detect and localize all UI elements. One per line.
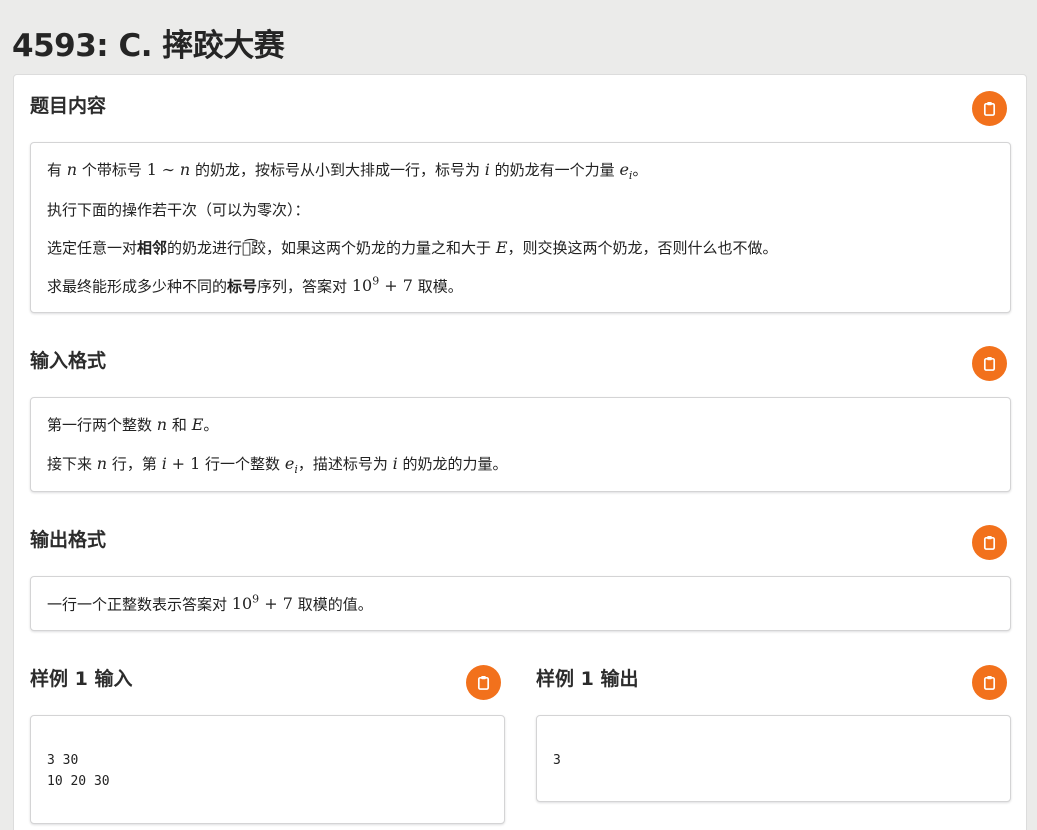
copy-description-button[interactable] [972,91,1007,126]
sample-input-text: 3 30 10 20 30 [47,753,110,789]
math-e-i: ei [619,160,632,182]
text: 的奶龙的力量。 [402,455,508,473]
text: 第一行两个整数 [47,416,153,434]
text: 的奶龙有一个力量 [494,161,615,179]
text: 行，第 [111,455,157,473]
clipboard-icon [983,675,996,690]
text: 求最终能形成多少种不同的 [47,277,228,296]
sample-output-text: 3 [553,753,561,768]
text: 的奶龙，按标号从小到大排成一行，标号为 [194,161,480,179]
sample-input-content: 3 30 10 20 30 [30,715,505,824]
copy-sample-input-button[interactable] [466,665,501,700]
input-format-line: 第一行两个整数 n 和 E。 [47,414,218,435]
bold-text: 相邻 [137,239,168,257]
math-tilde: ∼ [161,160,176,179]
clipboard-icon [983,101,996,116]
copy-input-format-button[interactable] [972,346,1007,381]
math-e-i: ei [284,454,298,476]
math-E: E [191,415,204,434]
sample-output-title: 样例 1 输出 [536,668,639,690]
description-line: 执行下面的操作若干次（可以为零次）： [47,199,310,220]
math-E: E [495,238,508,257]
math-n: n [156,415,168,434]
math-exponent: 9 [372,275,380,288]
text: ，则交换这两个奶龙，否则什么也不做。 [507,239,778,257]
math-one: 1 [146,160,157,179]
clipboard-icon [983,356,996,371]
sample-input-title: 样例 1 输入 [30,668,133,690]
problem-card: 题目内容 有 n 个带标号 1 ∼ n 的奶龙，按标号从小到大排成一行，标号为 … [13,74,1027,830]
bold-text: 标号 [227,277,258,296]
text: 取模。 [417,277,463,296]
text: 执行下面的操作若干次（可以为零次）： [47,201,310,219]
description-line: 选定任意一对相邻的奶龙进行摔͡跤，如果这两个奶龙的力量之和大于 E，则交换这两个… [47,237,778,258]
math-plus-one: + 1 [171,454,201,473]
description-content: 有 n 个带标号 1 ∼ n 的奶龙，按标号从小到大排成一行，标号为 i 的奶龙… [30,142,1011,313]
sample-output-content: 3 [536,715,1011,802]
math-plus: + 7 [384,276,413,296]
text: 的奶龙进行摔͡跤，如果这两个奶龙的力量之和大于 [167,239,492,257]
math-i: i [392,454,398,473]
text: 行一个整数 [205,455,281,473]
description-line: 求最终能形成多少种不同的标号序列，答案对 109 + 7 取模。 [47,275,463,296]
text: 个带标号 [81,161,142,179]
math-i: i [484,160,490,179]
math-n: n [66,160,78,179]
math-base: 10 [231,594,253,614]
description-line: 有 n 个带标号 1 ∼ n 的奶龙，按标号从小到大排成一行，标号为 i 的奶龙… [47,159,647,182]
math-modulus: 109 + 7 [231,593,293,614]
text: 有 [47,161,63,179]
page-title: 4593: C. 摔跤大赛 [12,28,285,64]
text: 。 [203,416,219,434]
math-e: e [619,160,629,179]
math-exponent: 9 [252,593,260,606]
input-format-line: 接下来 n 行，第 i + 1 行一个整数 ei，描述标号为 i 的奶龙的力量。 [47,453,508,476]
text: 序列，答案对 [257,277,348,296]
math-e: e [284,454,295,473]
text: ，描述标号为 [297,455,388,473]
math-plus: + 7 [264,594,293,614]
input-format-content: 第一行两个整数 n 和 E。 接下来 n 行，第 i + 1 行一个整数 ei，… [30,397,1011,492]
text: 和 [171,416,187,434]
clipboard-icon [477,675,490,690]
math-i: i [161,454,167,473]
copy-output-format-button[interactable] [972,525,1007,560]
description-title: 题目内容 [30,95,107,117]
text: 取模的值。 [297,595,373,614]
copy-sample-output-button[interactable] [972,665,1007,700]
input-format-title: 输入格式 [30,350,107,372]
output-format-title: 输出格式 [30,529,107,551]
math-base: 10 [351,276,373,296]
output-format-content: 一行一个正整数表示答案对 109 + 7 取模的值。 [30,576,1011,631]
math-modulus: 109 + 7 [351,275,413,296]
text: 选定任意一对 [47,239,138,257]
text: 一行一个正整数表示答案对 [47,595,228,614]
text: 。 [632,161,648,179]
math-n: n [179,160,191,179]
text: 接下来 [47,455,93,473]
clipboard-icon [983,535,996,550]
math-n: n [96,454,108,473]
output-format-line: 一行一个正整数表示答案对 109 + 7 取模的值。 [47,593,373,614]
